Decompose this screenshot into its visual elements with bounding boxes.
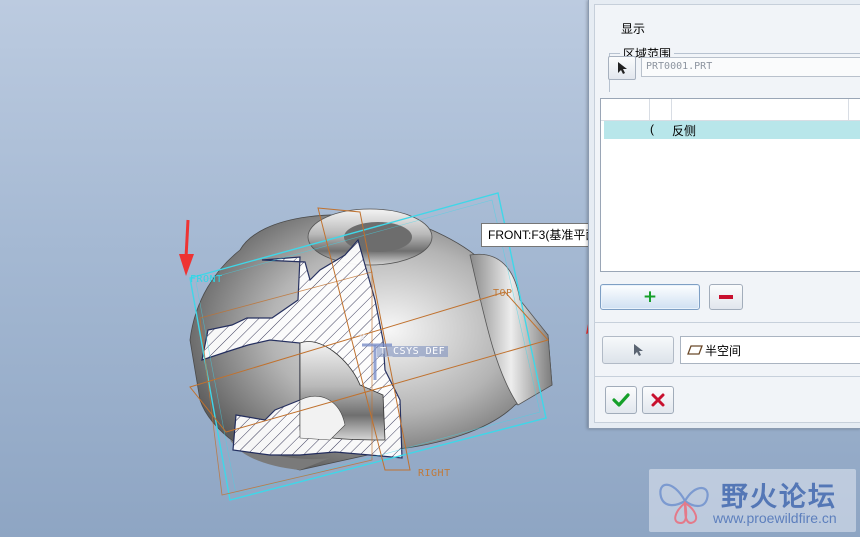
datum-label-right: RIGHT <box>418 468 451 479</box>
csys-x-axis-label: X <box>359 333 366 344</box>
region-type-select[interactable]: 半空间 <box>680 336 860 364</box>
watermark-title: 野火论坛 <box>721 482 837 513</box>
watermark-url: www.proewildfire.cn <box>713 510 837 526</box>
datum-label-front: FRONT <box>190 274 223 285</box>
checkmark-icon <box>612 393 630 407</box>
list-item[interactable]: ( 反侧 <box>604 121 860 139</box>
parallelogram-icon <box>687 345 703 355</box>
row-paren: ( <box>650 122 654 136</box>
remove-button[interactable] <box>709 284 743 310</box>
datum-label-top: TOP <box>493 288 513 299</box>
csys-label: T_CSYS_DEF <box>377 346 449 357</box>
butterfly-logo-icon <box>659 483 709 525</box>
arrow-cursor-icon <box>618 62 627 74</box>
part-reference-field[interactable]: PRT0001.PRT <box>641 57 860 77</box>
region-list[interactable]: ( 反侧 <box>600 98 860 272</box>
column-separator <box>671 99 672 120</box>
pick-button[interactable] <box>602 336 674 364</box>
row-label: 反侧 <box>672 124 697 138</box>
plus-icon: + <box>642 287 658 307</box>
divider <box>594 322 860 323</box>
column-separator <box>848 99 849 120</box>
add-button[interactable]: + <box>600 284 700 310</box>
ok-button[interactable] <box>605 386 637 414</box>
region-type-value: 半空间 <box>705 343 742 358</box>
arrow-cursor-icon <box>634 344 643 356</box>
display-tab[interactable]: 显示 <box>621 20 645 37</box>
list-header <box>601 99 860 121</box>
annotation-arrow-front <box>179 219 194 276</box>
minus-icon <box>719 295 733 299</box>
column-separator <box>649 99 650 120</box>
cancel-button[interactable] <box>642 386 674 414</box>
reference-select-button[interactable] <box>608 56 636 80</box>
forum-watermark: 野火论坛 www.proewildfire.cn <box>649 469 856 532</box>
x-icon <box>651 393 665 407</box>
divider <box>594 376 860 377</box>
